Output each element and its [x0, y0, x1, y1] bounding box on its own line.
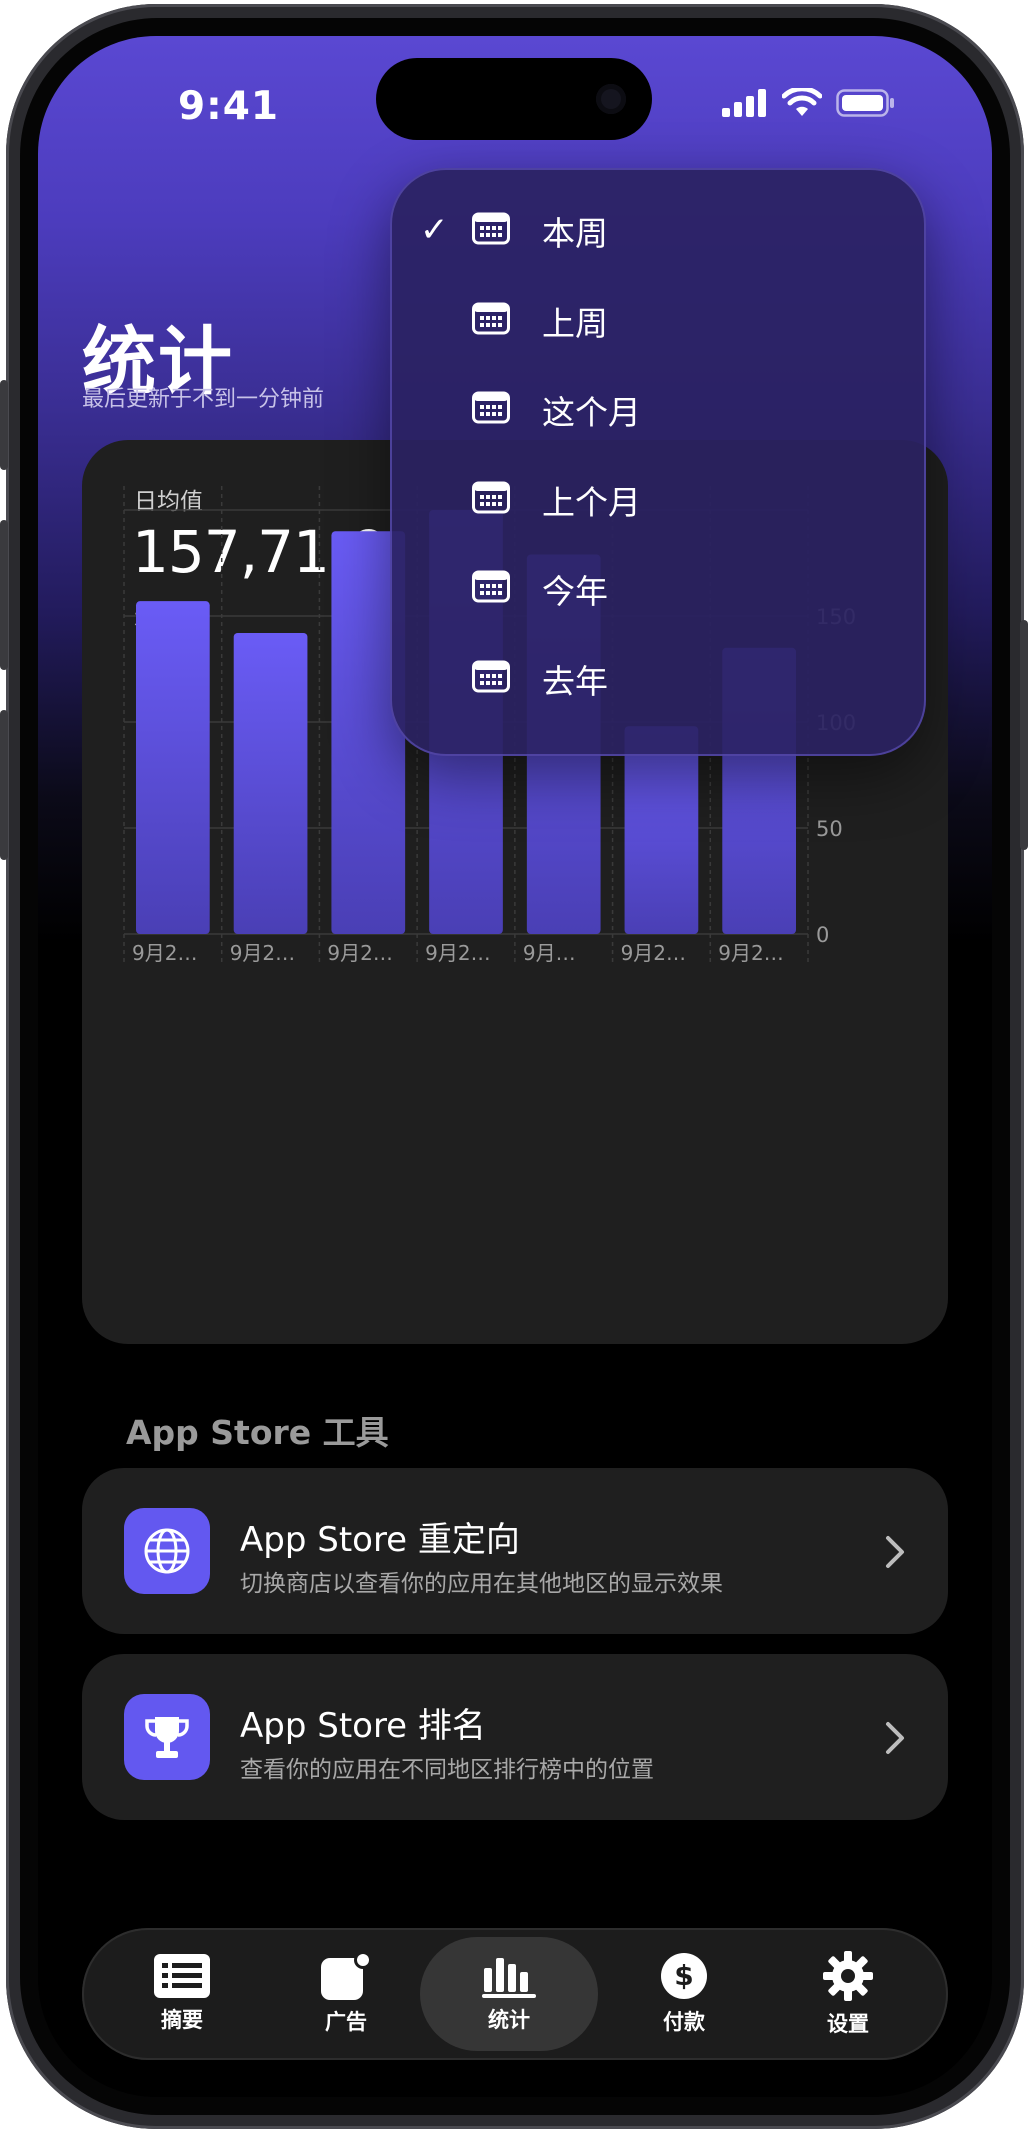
x-tick-label: 9月2…	[718, 941, 783, 965]
tool-description: 切换商店以查看你的应用在其他地区的显示效果	[240, 1571, 723, 1597]
tab-bar: 摘要 广告 统计 $ 付款 设置	[82, 1928, 948, 2060]
power-button	[1020, 620, 1028, 850]
trophy-icon	[124, 1694, 210, 1780]
tool-title: App Store 排名	[240, 1706, 486, 1746]
svg-text:$: $	[674, 1959, 693, 1992]
list-icon	[154, 1954, 210, 1998]
chart-bar[interactable]	[233, 632, 308, 934]
checkmark-icon: ✓	[420, 210, 449, 250]
dropdown-option[interactable]: 上个月	[390, 453, 926, 543]
volume-down-button	[0, 710, 8, 860]
dropdown-option[interactable]: 去年	[390, 632, 926, 722]
dropdown-option-label: 这个月	[542, 393, 641, 432]
ads-icon	[321, 1952, 371, 2000]
chart-bar[interactable]	[136, 601, 210, 934]
dropdown-option[interactable]: ✓ 本周	[390, 184, 926, 274]
tab-label: 摘要	[161, 2008, 203, 2032]
tab-settings[interactable]: 设置	[766, 1928, 930, 2060]
calendar-icon	[472, 570, 510, 603]
x-tick-label: 9月…	[523, 941, 576, 965]
tool-description: 查看你的应用在不同地区排行榜中的位置	[240, 1757, 654, 1783]
tab-summary[interactable]: 摘要	[100, 1928, 264, 2060]
calendar-icon	[472, 391, 510, 424]
dropdown-option-label: 上个月	[542, 482, 641, 522]
globe-icon	[124, 1508, 210, 1594]
x-tick-label: 9月2…	[425, 941, 490, 965]
x-tick-label: 9月2…	[230, 941, 295, 965]
dropdown-option[interactable]: 这个月	[390, 363, 926, 453]
volume-up-button	[0, 520, 8, 670]
chart-icon	[482, 1958, 536, 1998]
tools-section-title: App Store 工具	[126, 1413, 389, 1452]
chevron-right-icon	[886, 1536, 904, 1568]
dropdown-option[interactable]: 上周	[390, 274, 926, 364]
dropdown-option[interactable]: 今年	[390, 542, 926, 632]
tab-label: 付款	[663, 2010, 705, 2034]
dollar-icon: $	[661, 1953, 707, 1999]
y-tick-label: 50	[816, 817, 843, 841]
side-button	[0, 380, 8, 470]
app-store-ranking-card[interactable]: App Store 排名 查看你的应用在不同地区排行榜中的位置	[82, 1654, 948, 1820]
dropdown-option-label: 去年	[542, 661, 608, 701]
calendar-icon	[472, 660, 510, 692]
x-tick-label: 9月2…	[132, 941, 197, 965]
dropdown-option-label: 今年	[542, 572, 608, 611]
tab-label: 统计	[488, 2008, 530, 2032]
screen: 9:41 统计 最后更新于不到一分钟前 日均值 157,71 € 本周	[38, 36, 992, 2097]
tool-title: App Store 重定向	[240, 1520, 520, 1560]
chevron-right-icon	[886, 1722, 904, 1754]
app-store-redirect-card[interactable]: App Store 重定向 切换商店以查看你的应用在其他地区的显示效果	[82, 1468, 948, 1634]
tab-payments[interactable]: $ 付款	[602, 1928, 766, 2060]
calendar-icon	[472, 481, 510, 513]
tab-label: 广告	[325, 2010, 367, 2034]
chart-bar[interactable]	[624, 726, 699, 934]
tab-ads[interactable]: 广告	[264, 1928, 428, 2060]
x-tick-label: 9月2…	[621, 941, 686, 965]
tab-stats[interactable]: 统计	[420, 1937, 598, 2051]
y-tick-label: 0	[816, 923, 829, 947]
tab-label: 设置	[827, 2012, 869, 2036]
calendar-icon	[472, 212, 510, 245]
x-tick-label: 9月2…	[327, 941, 392, 965]
dropdown-option-label: 本周	[542, 214, 608, 253]
dropdown-option-label: 上周	[542, 303, 608, 343]
calendar-icon	[472, 302, 510, 334]
period-dropdown-menu: ✓ 本周上周这个月上个月今年去年	[390, 168, 926, 756]
gear-icon	[823, 1951, 873, 2001]
